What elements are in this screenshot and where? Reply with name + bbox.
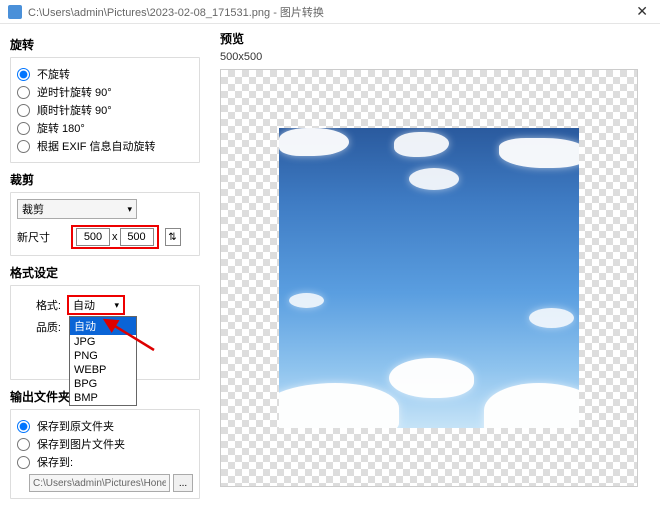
radio-save-to[interactable]: 保存到: [17, 454, 193, 470]
radio-save-pics[interactable]: 保存到图片文件夹 [17, 436, 193, 452]
preview-panel: 预览 500x500 [210, 24, 660, 506]
format-title: 格式设定 [10, 264, 200, 281]
format-opt-webp[interactable]: WEBP [70, 363, 136, 377]
radio-rotate-exif[interactable]: 根据 EXIF 信息自动旋转 [17, 138, 193, 154]
radio-rotate-cw90[interactable]: 顺时针旋转 90° [17, 102, 193, 118]
rotation-title: 旋转 [10, 36, 200, 53]
format-opt-bmp[interactable]: BMP [70, 391, 136, 405]
format-opt-png[interactable]: PNG [70, 349, 136, 363]
width-input[interactable] [76, 228, 110, 246]
height-input[interactable] [120, 228, 154, 246]
browse-button[interactable]: ... [173, 474, 193, 492]
crop-title: 裁剪 [10, 171, 200, 188]
chevron-down-icon: ▾ [127, 204, 132, 215]
close-icon[interactable]: ✕ [632, 3, 652, 20]
new-size-row: 新尺寸 x ⇅ [17, 225, 193, 249]
rotation-group: 不旋转 逆时针旋转 90° 顺时针旋转 90° 旋转 180° 根据 EXIF … [10, 57, 200, 163]
quality-label: 品质: [17, 319, 67, 335]
format-opt-bpg[interactable]: BPG [70, 377, 136, 391]
preview-image [279, 128, 579, 428]
crop-group: 裁剪 ▾ 新尺寸 x ⇅ [10, 192, 200, 256]
chevron-down-icon: ▾ [114, 300, 119, 311]
app-icon [8, 5, 22, 19]
aspect-lock-button[interactable]: ⇅ [165, 228, 181, 246]
format-opt-jpg[interactable]: JPG [70, 335, 136, 349]
preview-title: 预览 [220, 30, 650, 47]
window-title: C:\Users\admin\Pictures\2023-02-08_17153… [28, 4, 632, 20]
preview-canvas [220, 69, 638, 487]
format-dropdown: 自动 JPG PNG WEBP BPG BMP [69, 316, 137, 406]
format-select[interactable]: 自动 ▾ 自动 JPG PNG WEBP BPG BMP [67, 295, 125, 315]
size-box: x [71, 225, 159, 249]
radio-save-orig[interactable]: 保存到原文件夹 [17, 418, 193, 434]
save-path-input[interactable] [29, 474, 170, 492]
preview-dimensions: 500x500 [220, 51, 650, 63]
crop-mode-select[interactable]: 裁剪 ▾ [17, 199, 137, 219]
format-group: 格式: 自动 ▾ 自动 JPG PNG WEBP BPG BMP [10, 285, 200, 380]
settings-panel: 旋转 不旋转 逆时针旋转 90° 顺时针旋转 90° 旋转 180° 根据 EX… [0, 24, 210, 506]
titlebar: C:\Users\admin\Pictures\2023-02-08_17153… [0, 0, 660, 24]
radio-rotate-ccw90[interactable]: 逆时针旋转 90° [17, 84, 193, 100]
format-opt-auto[interactable]: 自动 [70, 317, 136, 335]
radio-rotate-180[interactable]: 旋转 180° [17, 120, 193, 136]
radio-rotate-none[interactable]: 不旋转 [17, 66, 193, 82]
output-group: 保存到原文件夹 保存到图片文件夹 保存到: ... [10, 409, 200, 499]
